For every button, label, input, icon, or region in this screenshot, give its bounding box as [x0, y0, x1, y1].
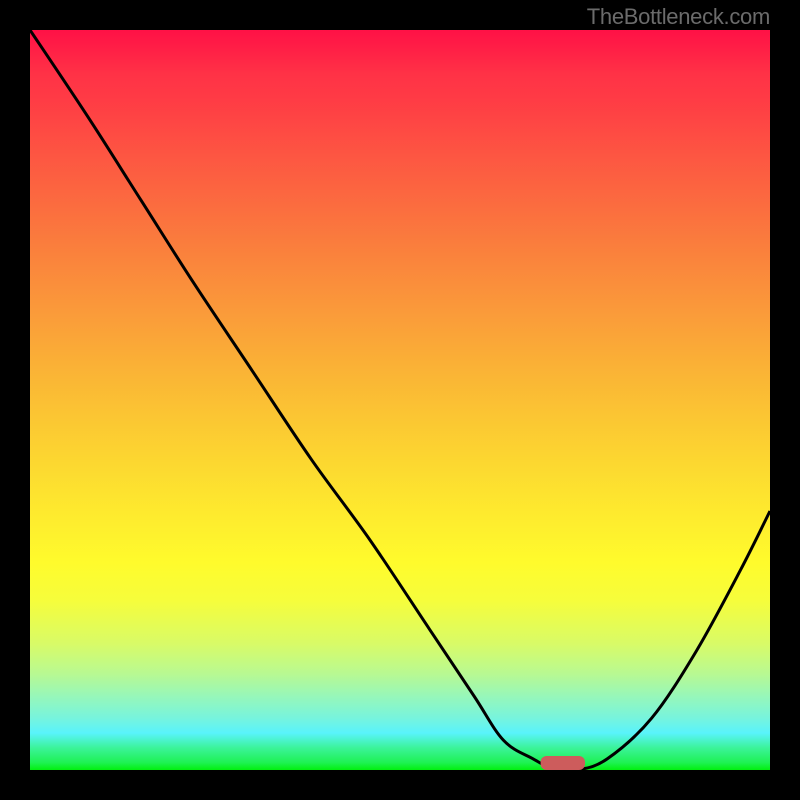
chart-plot-area: [30, 30, 770, 770]
optimum-marker: [541, 756, 585, 770]
bottleneck-curve: [30, 30, 770, 770]
watermark-label: TheBottleneck.com: [587, 4, 770, 30]
chart-outer-frame: TheBottleneck.com: [0, 0, 800, 800]
chart-svg-layer: [30, 30, 770, 770]
